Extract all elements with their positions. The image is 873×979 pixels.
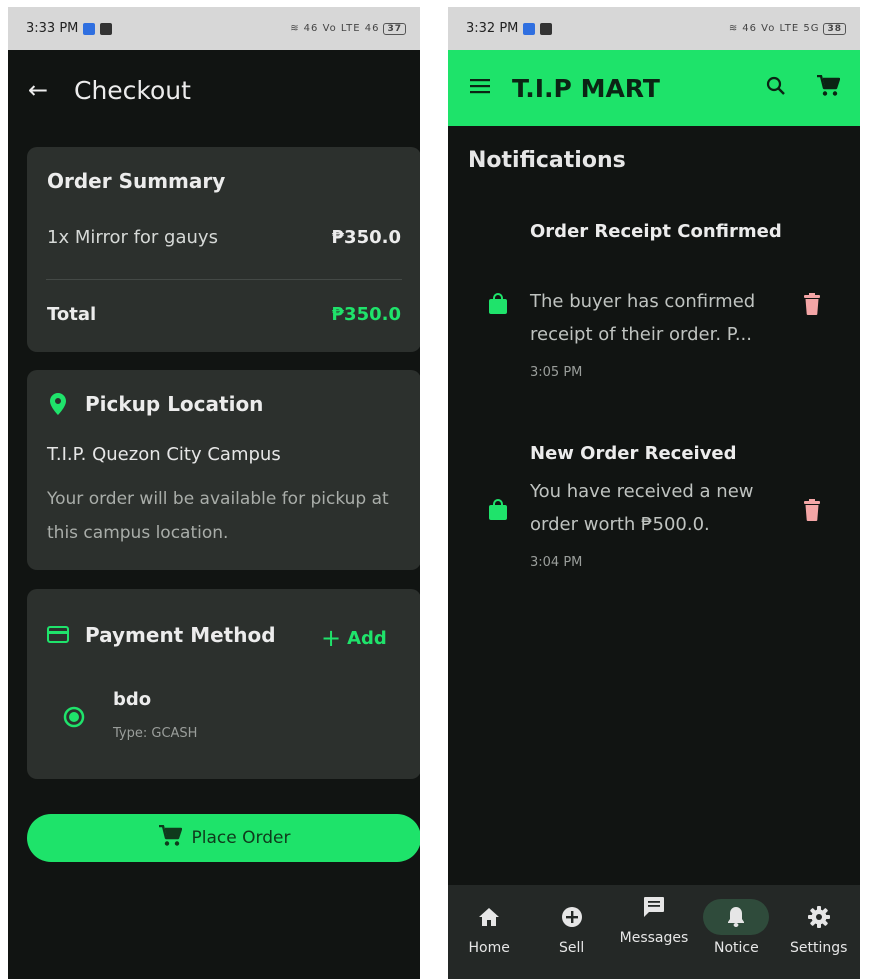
home-icon [479,901,500,933]
wifi-icon: ≋ [728,23,739,34]
add-label: Add [347,627,387,649]
payment-method-card: Payment Method + Add bdo Type: GCASH [27,589,420,779]
trash-icon[interactable] [804,499,820,525]
notification-message: The buyer has confirmed receipt of their… [530,291,756,345]
radio-selected-icon[interactable] [63,706,85,732]
add-payment-button[interactable]: + Add [321,624,387,652]
message-icon [643,891,665,923]
location-pin-icon [50,393,66,419]
signal-text: 46 Vo LTE 46 [303,23,380,34]
search-icon[interactable] [766,76,786,100]
notification-icon [100,22,113,35]
order-summary-title: Order Summary [47,169,226,193]
status-bar: 3:32 PM ≋ 46 Vo LTE 5G 38 [448,7,860,50]
campus-name: T.I.P. Quezon City Campus [47,444,281,465]
menu-icon[interactable] [470,78,490,98]
cart-icon[interactable] [816,74,841,101]
notification-icon [540,22,553,35]
notification-item[interactable]: Order Receipt Confirmed The buyer has co… [448,215,860,385]
payment-title: Payment Method [85,623,276,647]
notification-time: 3:04 PM [530,555,583,570]
nav-home[interactable]: Home [448,885,530,957]
nav-messages[interactable]: Messages [613,885,695,947]
signal-text: 46 Vo LTE 5G [742,23,820,34]
notification-title: Order Receipt Confirmed [530,221,782,242]
nav-notice[interactable]: Notice [695,885,777,957]
status-time: 3:33 PM [26,21,79,36]
total-value: ₱350.0 [331,304,401,325]
gear-icon [807,901,830,933]
payment-method-type: Type: GCASH [113,726,198,741]
page-title: Checkout [74,75,191,105]
nav-notice-label: Notice [713,940,759,956]
nav-messages-label: Messages [619,930,689,946]
credit-card-icon [47,626,69,647]
pickup-note: Your order will be available for pickup … [47,489,389,543]
arrow-left-icon[interactable]: ← [28,76,68,104]
place-order-button[interactable]: Place Order [27,814,420,862]
brand-title: T.I.P MART [512,73,660,103]
nav-home-label: Home [468,940,510,956]
battery-icon: 38 [823,22,846,35]
notifications-screen: 3:32 PM ≋ 46 Vo LTE 5G 38 T.I.P MART Not… [448,7,860,979]
nav-settings-label: Settings [790,940,848,956]
bottom-navigation: Home Sell Messages Notice Settings [448,885,860,979]
wifi-icon: ≋ [290,23,300,34]
nav-sell-label: Sell [558,940,585,956]
plus-circle-icon [561,901,583,933]
place-order-label: Place Order [191,828,291,848]
nav-settings[interactable]: Settings [778,885,860,957]
payment-method-name: bdo [113,689,152,710]
messenger-icon [83,22,96,35]
order-item: 1x Mirror for gauys [47,227,218,248]
battery-icon: 37 [383,22,406,35]
notification-message: You have received a new order worth ₱500… [530,481,754,535]
summary-divider [46,279,402,280]
order-item-price: ₱350.0 [331,227,401,248]
trash-icon[interactable] [804,293,820,319]
status-bar: 3:33 PM ≋ 46 Vo LTE 46 37 [8,7,420,50]
status-time: 3:32 PM [466,21,519,36]
plus-icon: + [321,624,342,652]
cart-icon [158,824,182,852]
notification-time: 3:05 PM [530,365,583,380]
pickup-title: Pickup Location [85,392,264,416]
notification-item[interactable]: New Order Received You have received a n… [448,437,860,587]
nav-sell[interactable]: Sell [531,885,613,957]
checkout-screen: 3:33 PM ≋ 46 Vo LTE 46 37 ← Checkout Ord… [8,7,420,979]
bell-icon [703,899,770,935]
top-bar: ← Checkout [8,50,420,130]
page-title: Notifications [468,148,626,173]
notification-title: New Order Received [530,443,737,464]
total-label: Total [47,304,97,325]
messenger-icon [523,22,536,35]
app-bar: T.I.P MART [448,50,860,126]
pickup-location-card: Pickup Location T.I.P. Quezon City Campu… [27,370,420,570]
shopping-bag-icon [488,499,508,525]
order-summary-card: Order Summary 1x Mirror for gauys ₱350.0… [27,147,420,352]
shopping-bag-icon [488,293,508,319]
